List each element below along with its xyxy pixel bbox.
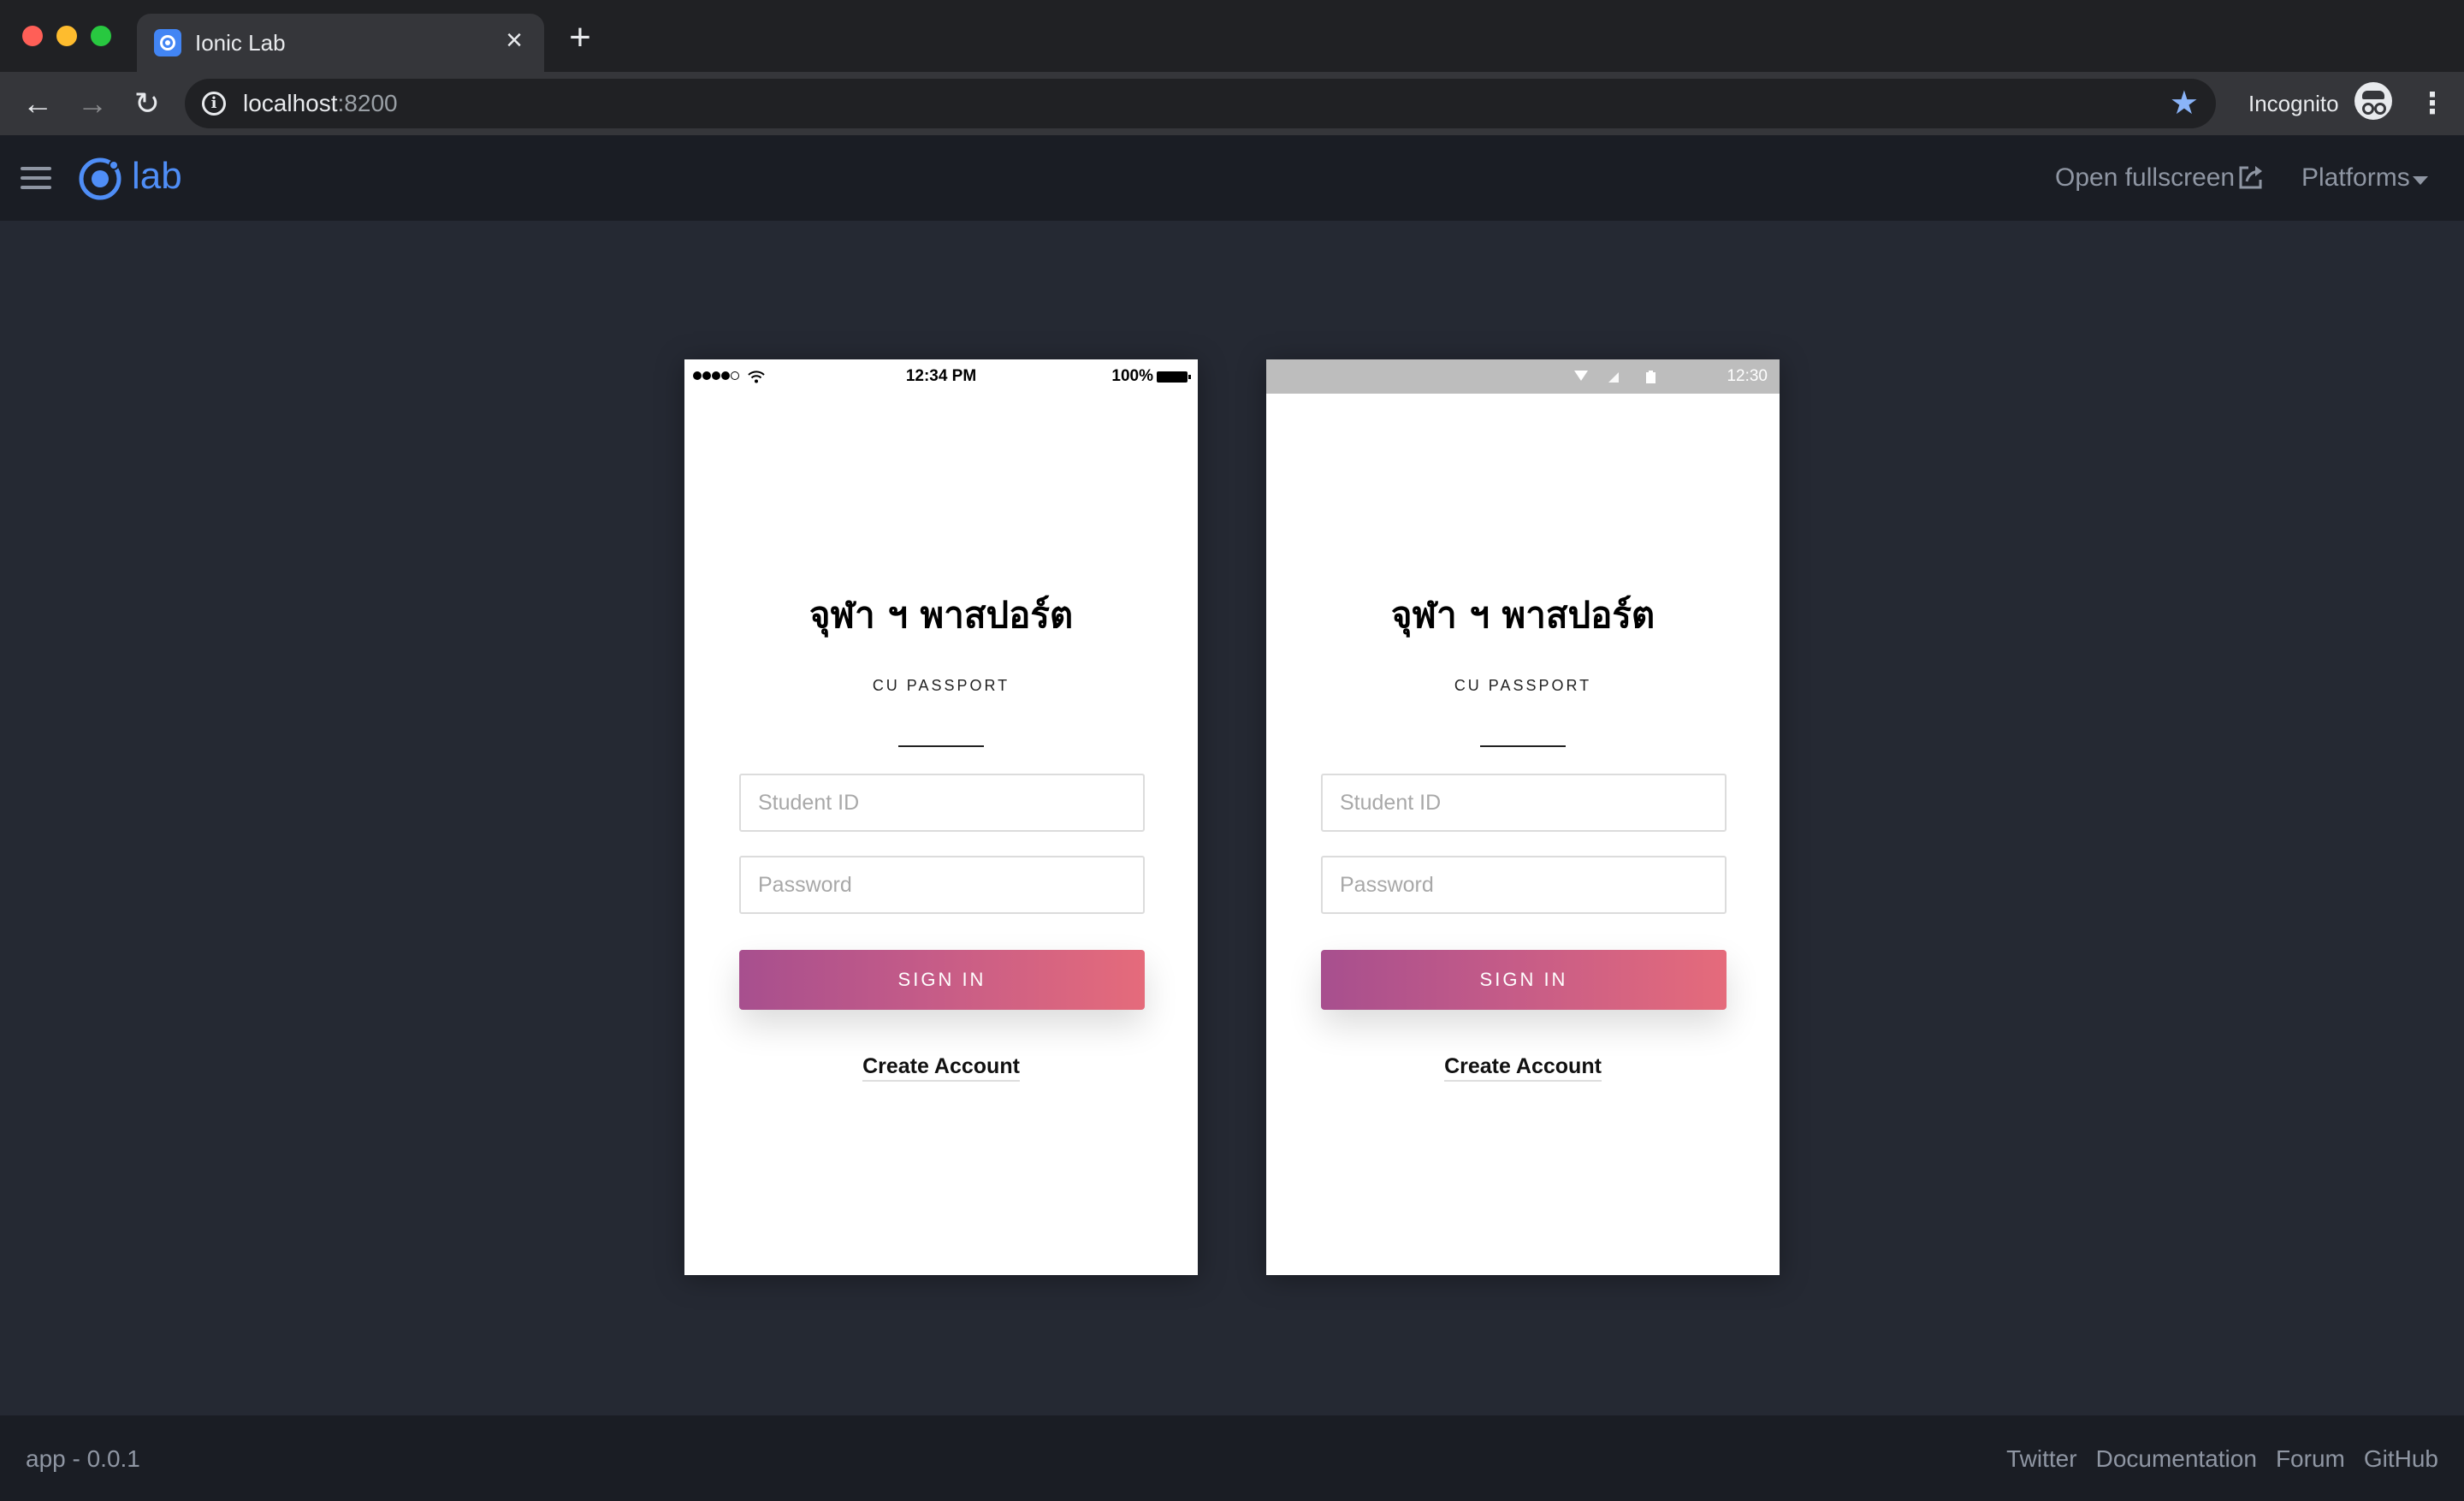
android-status-icons	[1574, 371, 1656, 383]
forum-link[interactable]: Forum	[2276, 1445, 2345, 1474]
footer-links: Twitter Documentation Forum GitHub	[2006, 1445, 2438, 1474]
ionic-favicon-icon	[154, 29, 181, 56]
minimize-window-button[interactable]	[56, 26, 77, 46]
android-status-time: 12:30	[1727, 367, 1768, 385]
create-account-link[interactable]: Create Account	[1266, 1053, 1780, 1082]
reload-icon[interactable]: ↻	[130, 86, 164, 121]
browser-menu-icon[interactable]: ⋮	[2418, 84, 2447, 123]
app-title: จุฬา ฯ พาสปอร์ต	[1390, 594, 1656, 636]
app-version: app - 0.0.1	[26, 1445, 140, 1472]
create-account-label: Create Account	[1444, 1054, 1602, 1082]
password-input[interactable]	[739, 856, 1145, 914]
sign-in-button[interactable]: SIGN IN	[739, 950, 1145, 1010]
password-input[interactable]	[1321, 856, 1727, 914]
ios-device-preview: 12:34 PM 100% จุฬา ฯ พาสปอร์ต CU PASSPOR…	[684, 359, 1198, 1275]
title-divider	[1480, 745, 1566, 747]
app-subtitle: CU PASSPORT	[1454, 677, 1592, 694]
wifi-icon	[1574, 371, 1588, 381]
android-status-bar: 12:30	[1266, 359, 1780, 394]
battery-icon	[1646, 372, 1656, 383]
incognito-label: Incognito	[2248, 91, 2339, 116]
maximize-window-button[interactable]	[91, 26, 111, 46]
create-account-label: Create Account	[862, 1054, 1020, 1082]
address-bar[interactable]: i localhost:8200 ★	[185, 79, 2216, 128]
open-fullscreen-link[interactable]: Open fullscreen	[2055, 163, 2235, 193]
github-link[interactable]: GitHub	[2364, 1445, 2438, 1474]
app-subtitle: CU PASSPORT	[872, 677, 1010, 694]
chevron-down-icon[interactable]	[2413, 176, 2428, 185]
forward-arrow-icon[interactable]: →	[75, 86, 110, 121]
tab-title: Ionic Lab	[195, 30, 286, 56]
incognito-icon[interactable]	[2354, 82, 2392, 120]
back-arrow-icon[interactable]: ←	[21, 86, 55, 121]
sign-in-button[interactable]: SIGN IN	[1321, 950, 1727, 1010]
lab-footer: app - 0.0.1 Twitter Documentation Forum …	[0, 1415, 2464, 1501]
ios-status-bar: 12:34 PM 100%	[684, 359, 1198, 394]
site-info-icon[interactable]: i	[202, 92, 226, 116]
close-window-button[interactable]	[22, 26, 43, 46]
ionic-logo-icon	[79, 157, 121, 200]
external-link-icon[interactable]	[2236, 163, 2266, 192]
browser-toolbar: ← → ↻ i localhost:8200 ★ Incognito ⋮	[0, 72, 2464, 135]
student-id-input[interactable]	[1321, 774, 1727, 832]
app-title: จุฬา ฯ พาสปอร์ต	[808, 594, 1074, 636]
android-device-preview: 12:30 จุฬา ฯ พาสปอร์ต CU PASSPORT SIGN I…	[1266, 359, 1780, 1275]
new-tab-icon[interactable]: +	[565, 19, 595, 56]
platforms-dropdown[interactable]: Platforms	[2301, 163, 2410, 193]
lab-header: lab Open fullscreen Platforms	[0, 135, 2464, 221]
lab-logo-text: lab	[132, 155, 182, 197]
hamburger-menu-icon[interactable]	[21, 165, 51, 191]
login-screen: จุฬา ฯ พาสปอร์ต CU PASSPORT SIGN IN Crea…	[684, 394, 1198, 1275]
close-tab-icon[interactable]: ×	[500, 26, 529, 55]
documentation-link[interactable]: Documentation	[2096, 1445, 2257, 1474]
url-text[interactable]: localhost:8200	[243, 89, 398, 118]
signal-icon	[1608, 372, 1619, 383]
browser-tab-bar: Ionic Lab × +	[0, 0, 2464, 72]
login-screen: จุฬา ฯ พาสปอร์ต CU PASSPORT SIGN IN Crea…	[1266, 394, 1780, 1275]
browser-tab[interactable]: Ionic Lab ×	[137, 14, 544, 72]
battery-percent: 100%	[1111, 367, 1153, 385]
battery-icon	[1157, 371, 1191, 383]
twitter-link[interactable]: Twitter	[2006, 1445, 2076, 1474]
title-divider	[898, 745, 984, 747]
bookmark-star-icon[interactable]: ★	[2170, 86, 2199, 122]
student-id-input[interactable]	[739, 774, 1145, 832]
create-account-link[interactable]: Create Account	[684, 1053, 1198, 1082]
